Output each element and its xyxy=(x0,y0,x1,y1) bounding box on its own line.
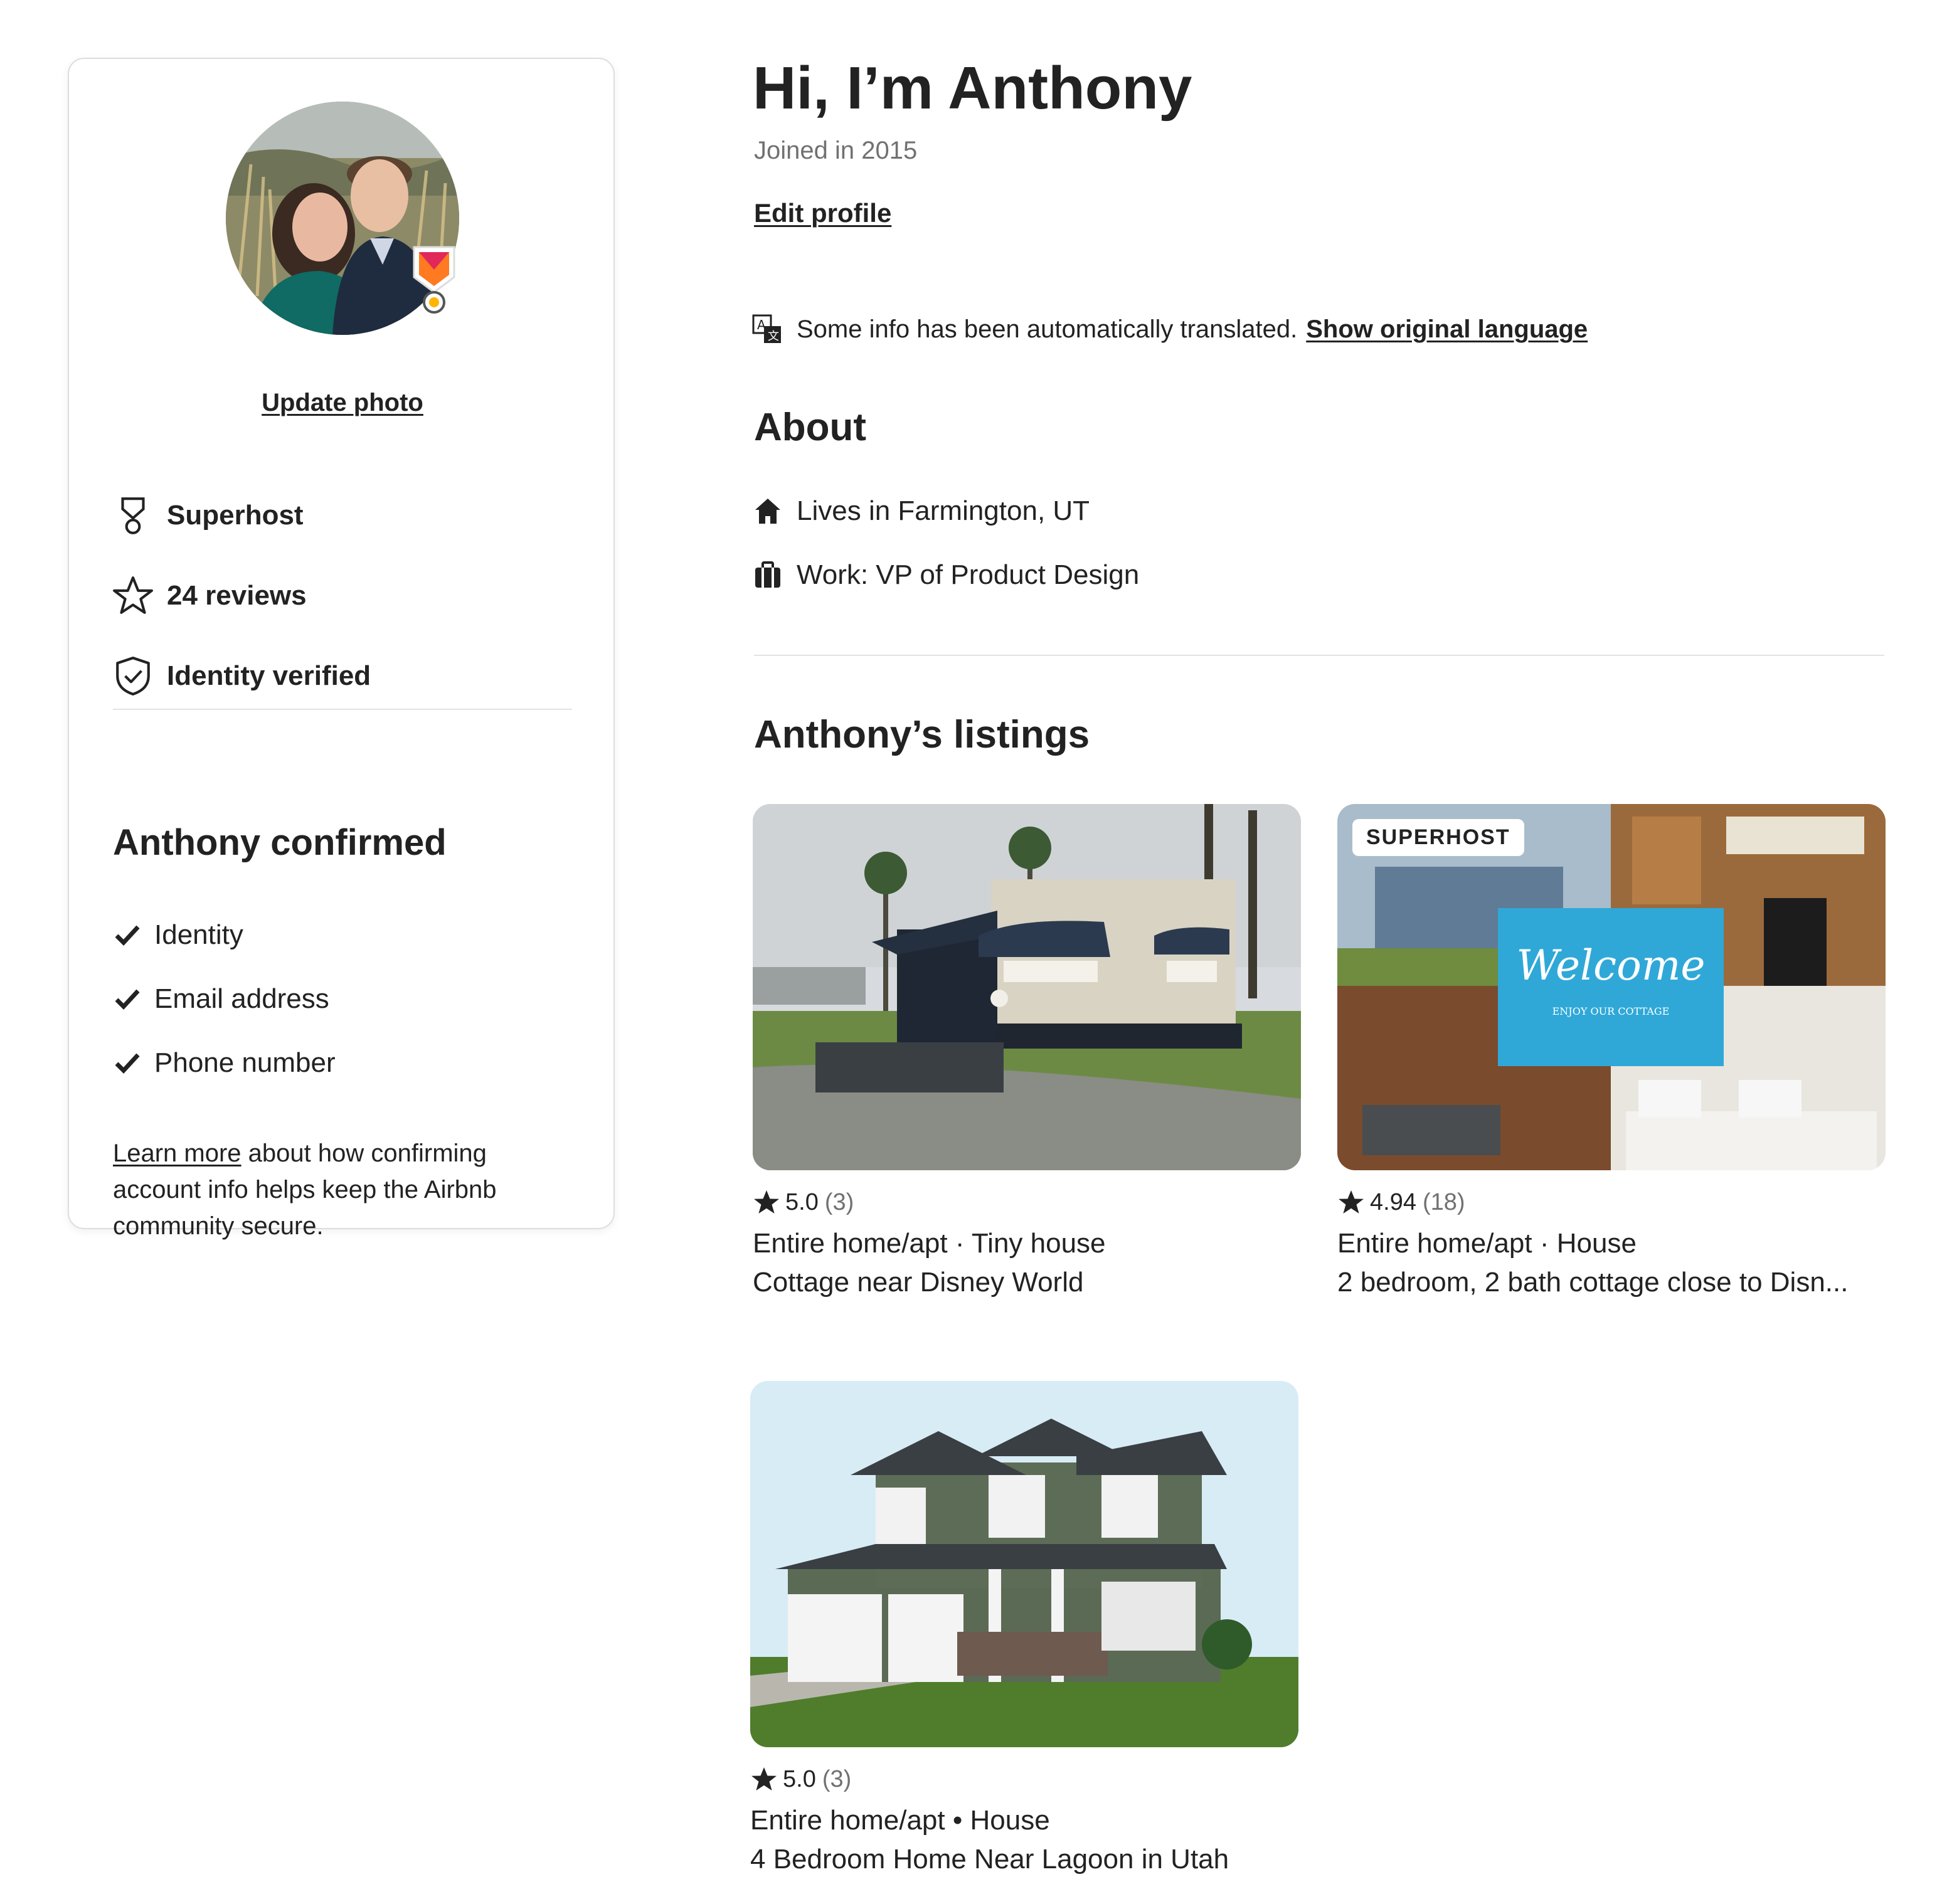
welcome-sign-subtext: ENJOY OUR COTTAGE xyxy=(1552,1005,1670,1017)
identity-label: Identity verified xyxy=(167,660,371,691)
listing-review-count: (3) xyxy=(822,1765,852,1792)
listing-photo[interactable] xyxy=(750,1381,1298,1747)
listing-rating: 5.0 (3) xyxy=(753,1185,1301,1219)
listing-name: Cottage near Disney World xyxy=(753,1267,1084,1298)
section-divider xyxy=(754,655,1884,656)
about-work-text: Work: VP of Product Design xyxy=(797,559,1140,590)
listing-review-count: (3) xyxy=(824,1188,854,1215)
listing-type: Entire home/apt · House xyxy=(1337,1228,1637,1259)
listing-photo-image xyxy=(753,804,1301,1170)
listing-photo-image: Welcome ENJOY OUR COTTAGE xyxy=(1337,804,1886,1170)
about-title: About xyxy=(754,406,867,449)
shield-check-icon xyxy=(110,653,156,699)
superhost-tag: SUPERHOST xyxy=(1352,819,1524,856)
listing-photo[interactable] xyxy=(753,804,1301,1170)
translate-icon: A 文 xyxy=(752,314,781,343)
welcome-sign-text: Welcome xyxy=(1517,941,1706,990)
confirmed-email-label: Email address xyxy=(154,983,329,1014)
listing-photo[interactable]: Welcome ENJOY OUR COTTAGE SUPERHOST xyxy=(1337,804,1886,1170)
edit-profile-link[interactable]: Edit profile xyxy=(754,198,891,228)
listing-card[interactable]: Welcome ENJOY OUR COTTAGE SUPERHOST 4.94… xyxy=(1337,804,1886,1302)
superhost-label: Superhost xyxy=(167,500,304,531)
star-outline-icon xyxy=(110,573,156,618)
learn-more-link[interactable]: Learn more xyxy=(113,1140,241,1167)
learn-more-text: Learn more about how confirming account … xyxy=(113,1135,565,1244)
confirmed-title: Anthony confirmed xyxy=(113,822,447,863)
star-filled-icon xyxy=(754,1190,779,1214)
about-lives: Lives in Farmington, UT xyxy=(753,495,1090,527)
card-divider xyxy=(113,709,572,710)
listing-name: 4 Bedroom Home Near Lagoon in Utah xyxy=(750,1844,1229,1875)
confirmed-phone-label: Phone number xyxy=(154,1047,336,1078)
reviews-label: 24 reviews xyxy=(167,580,307,611)
listing-rating-value: 4.94 xyxy=(1370,1188,1416,1215)
listing-card[interactable]: 5.0 (3) Entire home/apt • House 4 Bedroo… xyxy=(750,1381,1298,1879)
avatar-wrap: Update photo xyxy=(226,102,459,416)
superhost-badge-icon xyxy=(413,246,455,314)
star-filled-icon xyxy=(1339,1190,1364,1214)
listings-title: Anthony’s listings xyxy=(754,713,1090,756)
briefcase-icon xyxy=(755,561,780,588)
about-lives-text: Lives in Farmington, UT xyxy=(797,495,1090,526)
checkmark-icon xyxy=(115,1053,140,1074)
confirmed-phone: Phone number xyxy=(113,1041,336,1085)
checkmark-icon xyxy=(115,989,140,1010)
about-work: Work: VP of Product Design xyxy=(753,559,1139,591)
listing-photo-image xyxy=(750,1381,1298,1747)
listing-card[interactable]: 5.0 (3) Entire home/apt · Tiny house Cot… xyxy=(753,804,1301,1302)
listing-rating-value: 5.0 xyxy=(783,1765,816,1792)
confirmed-identity-label: Identity xyxy=(154,919,243,950)
star-filled-icon xyxy=(751,1767,777,1790)
listing-name: 2 bedroom, 2 bath cottage close to Disn.… xyxy=(1337,1267,1849,1298)
listing-type: Entire home/apt · Tiny house xyxy=(753,1228,1106,1259)
confirmed-email: Email address xyxy=(113,977,329,1021)
reviews-stat: 24 reviews xyxy=(110,571,307,621)
listing-review-count: (18) xyxy=(1422,1188,1465,1215)
profile-card: Update photo Superhost 24 reviews Identi… xyxy=(68,58,615,1240)
translation-notice: A 文 Some info has been automatically tra… xyxy=(751,314,1588,345)
superhost-stat: Superhost xyxy=(110,490,304,541)
identity-stat: Identity verified xyxy=(110,651,371,701)
svg-text:文: 文 xyxy=(768,330,779,343)
page-title: Hi, I’m Anthony xyxy=(753,55,1192,122)
listing-rating: 4.94 (18) xyxy=(1337,1185,1886,1219)
joined-date: Joined in 2015 xyxy=(754,137,918,164)
show-original-language-link[interactable]: Show original language xyxy=(1306,315,1588,344)
checkmark-icon xyxy=(115,925,140,946)
listing-type: Entire home/apt • House xyxy=(750,1805,1050,1836)
listing-rating: 5.0 (3) xyxy=(750,1762,1298,1796)
home-icon xyxy=(755,499,780,524)
listing-rating-value: 5.0 xyxy=(785,1188,819,1215)
superhost-medal-icon xyxy=(110,493,156,538)
confirmed-identity: Identity xyxy=(113,913,243,957)
update-photo-link[interactable]: Update photo xyxy=(226,389,459,417)
translation-notice-text: Some info has been automatically transla… xyxy=(797,315,1298,343)
